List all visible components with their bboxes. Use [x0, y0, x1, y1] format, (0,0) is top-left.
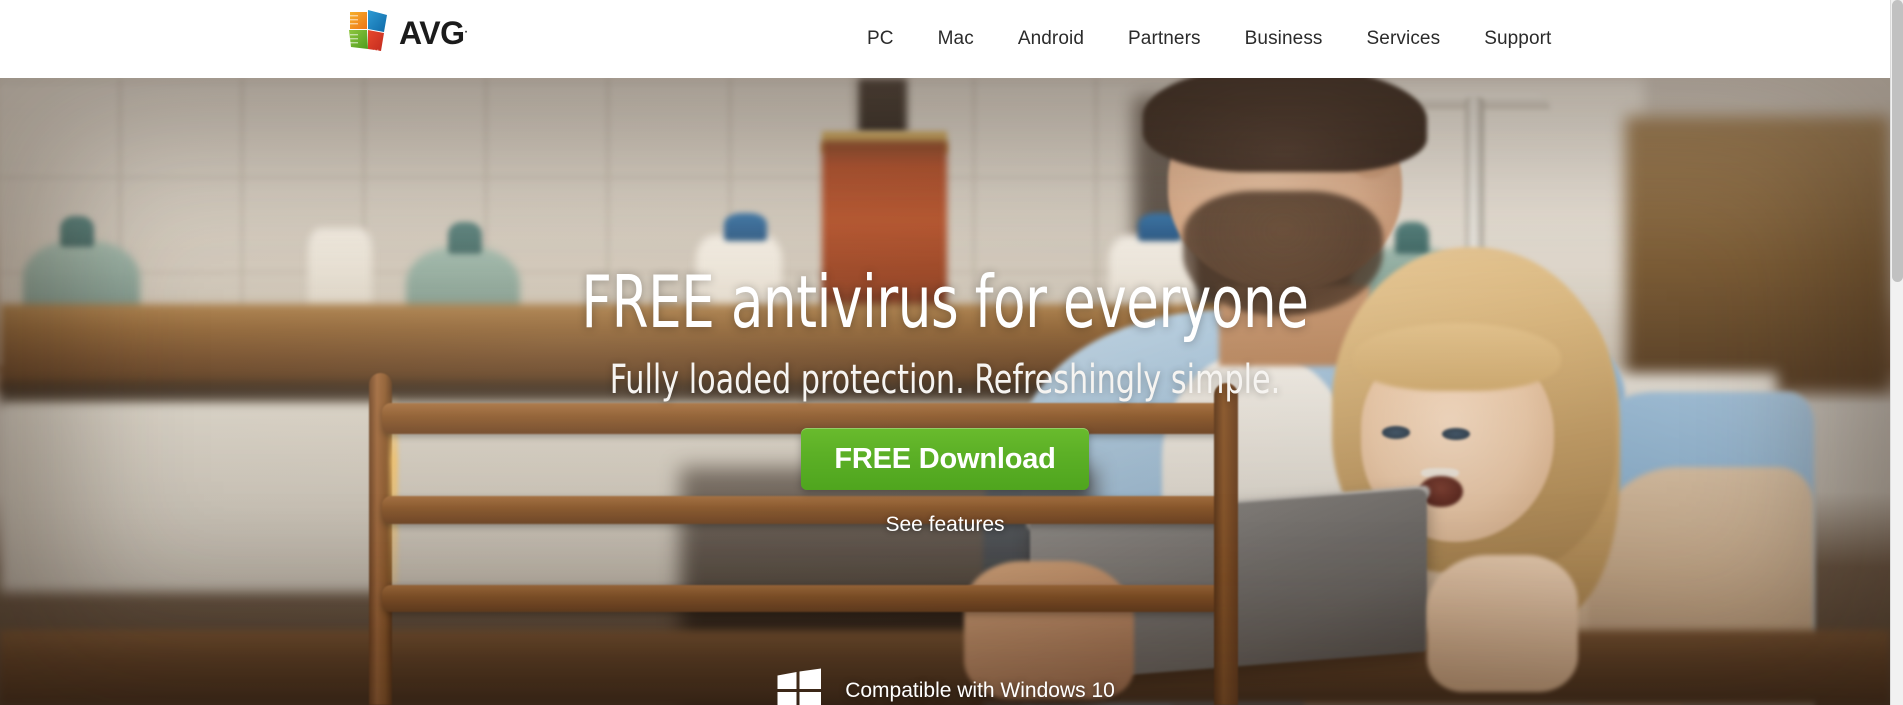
windows-logo-icon [775, 668, 823, 705]
hero-cta-container: FREE Download [0, 428, 1890, 490]
bg-jar-3-cap [447, 222, 482, 254]
avg-logo-mark-icon [347, 8, 390, 53]
nav-item-business[interactable]: Business [1223, 0, 1345, 78]
avg-wordmark: AVG. [399, 14, 468, 51]
nav-item-mac[interactable]: Mac [916, 0, 996, 78]
windows-compatibility-text: Compatible with Windows 10 [845, 679, 1115, 702]
free-download-button[interactable]: FREE Download [801, 428, 1089, 490]
nav-item-pc[interactable]: PC [845, 0, 916, 78]
bg-bottle-4-cap [723, 212, 768, 241]
vertical-scrollbar[interactable] [1890, 0, 1903, 705]
nav-item-partners[interactable]: Partners [1106, 0, 1223, 78]
bg-jar-6-cap [1394, 222, 1429, 254]
hero-section: FREE antivirus for everyone Fully loaded… [0, 78, 1890, 705]
scrollbar-thumb[interactable] [1892, 0, 1903, 282]
see-features-link-row: See features [0, 513, 1890, 537]
hero-headline-rest: antivirus for everyone [714, 260, 1309, 344]
hero-headline-strong: FREE [581, 260, 715, 344]
bg-jar-1-cap [60, 215, 95, 248]
nav-item-support[interactable]: Support [1462, 0, 1573, 78]
site-header: AVG. PC Mac Android Partners Business Se… [0, 0, 1890, 78]
nav-item-services[interactable]: Services [1345, 0, 1463, 78]
avg-logo[interactable]: AVG. [347, 8, 467, 53]
bg-dark-object [858, 78, 908, 135]
page-root: AVG. PC Mac Android Partners Business Se… [0, 0, 1903, 705]
bg-man-hair [1143, 78, 1427, 173]
main-navigation: PC Mac Android Partners Business Service… [845, 0, 1573, 78]
hero-headline: FREE antivirus for everyone [170, 266, 1720, 338]
nav-item-android[interactable]: Android [996, 0, 1106, 78]
bg-chair-slat-3 [382, 585, 1231, 612]
bg-right-woodwork [1625, 115, 1890, 392]
bg-wooden-chair [368, 372, 1238, 705]
windows-compatibility: Compatible with Windows 10 [0, 668, 1890, 705]
hero-subheadline: Fully loaded protection. Refreshingly si… [609, 357, 1281, 403]
see-features-link[interactable]: See features [885, 513, 1004, 536]
